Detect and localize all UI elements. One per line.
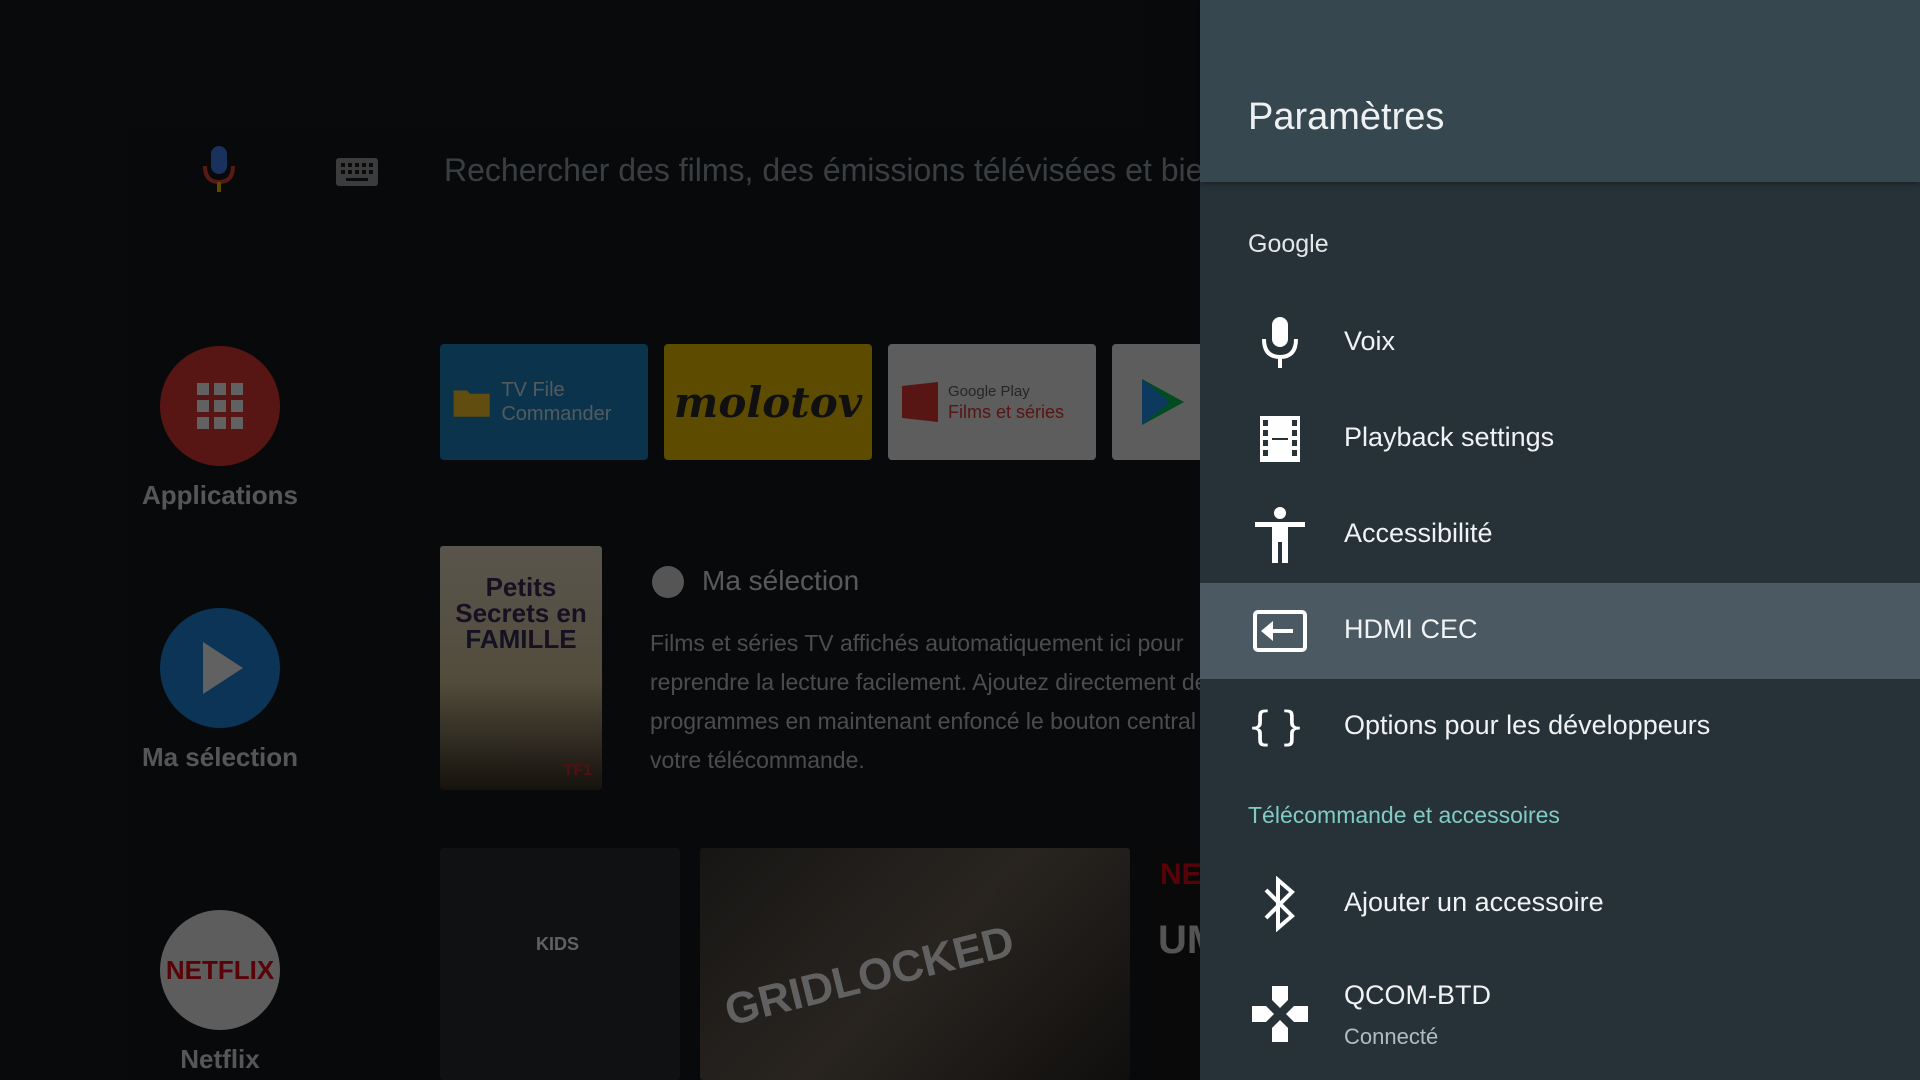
keyboard-icon[interactable] <box>336 158 378 186</box>
app-tile-sublabel: Films et séries <box>948 402 1065 422</box>
mic-icon <box>1250 317 1310 369</box>
settings-header: Paramètres <box>1200 0 1920 182</box>
accessibility-icon <box>1250 507 1310 563</box>
tile-label: UM <box>1158 918 1200 962</box>
app-tile-molotov[interactable]: molotov <box>664 344 872 460</box>
settings-item-developer-options[interactable]: {} Options pour les développeurs <box>1200 679 1920 775</box>
tile-label: GRIDLOCKED <box>720 916 1019 1036</box>
apps-grid-icon <box>160 346 280 466</box>
play-movies-icon <box>902 382 938 422</box>
input-icon <box>1250 605 1310 657</box>
braces-icon: {} <box>1247 704 1313 750</box>
selection-play-icon <box>652 566 684 598</box>
bluetooth-icon <box>1250 876 1310 932</box>
section-header-google: Google <box>1248 230 1329 258</box>
settings-item-playback[interactable]: Playback settings <box>1200 391 1920 487</box>
app-tile-label: molotov <box>673 377 863 427</box>
settings-item-hdmi-cec[interactable]: HDMI CEC <box>1200 583 1920 679</box>
selection-description: Films et séries TV affichés automatiquem… <box>650 630 1200 773</box>
play-store-icon <box>1142 379 1184 425</box>
app-tile-google-play-movies[interactable]: Google Play Films et séries <box>888 344 1096 460</box>
settings-item-label: Voix <box>1344 326 1396 356</box>
settings-item-label: HDMI CEC <box>1344 614 1478 644</box>
settings-item-label: Ajouter un accessoire <box>1344 887 1604 917</box>
settings-item-label: Playback settings <box>1344 422 1555 452</box>
content-tile-gridlocked[interactable]: GRIDLOCKED <box>700 848 1130 1080</box>
folder-icon <box>453 390 490 417</box>
app-tile-label: TV File Commander <box>501 379 612 425</box>
app-tile-label: Google Play <box>948 383 1030 400</box>
sidebar-item-ma-selection[interactable]: Ma sélection <box>120 608 320 773</box>
sidebar-item-label: Applications <box>141 480 298 510</box>
section-header-remote: Télécommande et accessoires <box>1248 802 1560 828</box>
poster-title: Petits Secrets en FAMILLE <box>455 572 587 654</box>
sidebar-item-applications[interactable]: Applications <box>120 346 320 511</box>
content-tile-kids[interactable]: KIDS <box>440 848 680 1080</box>
film-icon <box>1250 413 1310 465</box>
page-title: Paramètres <box>1248 96 1445 138</box>
app-tile-file-commander[interactable]: TV File Commander <box>440 344 648 460</box>
content-tile-netflix[interactable]: NETFLIX UM <box>1150 848 1200 1080</box>
poster-channel: TF1 <box>563 762 592 779</box>
search-bar-placeholder[interactable]: Rechercher des films, des émissions télé… <box>444 152 1200 189</box>
home-launcher: Rechercher des films, des émissions télé… <box>0 0 1200 1080</box>
sidebar-item-label: Netflix <box>180 1044 260 1074</box>
play-icon <box>160 608 280 728</box>
settings-item-qcom-btd[interactable]: QCOM-BTD Connecté <box>1200 966 1920 1062</box>
sidebar-item-netflix[interactable]: NETFLIX Netflix <box>120 910 320 1075</box>
settings-item-label: Options pour les développeurs <box>1344 710 1711 740</box>
settings-item-status: Connecté <box>1344 1024 1439 1049</box>
settings-item-voice[interactable]: Voix <box>1200 295 1920 391</box>
tile-label: KIDS <box>536 934 580 954</box>
settings-item-accessibility[interactable]: Accessibilité <box>1200 487 1920 583</box>
tile-label: NETFLIX <box>1160 858 1200 891</box>
gamepad-icon <box>1250 986 1310 1042</box>
settings-item-label: QCOM-BTD <box>1344 980 1491 1010</box>
app-tile-play-store[interactable] <box>1112 344 1200 460</box>
settings-item-add-accessory[interactable]: Ajouter un accessoire <box>1200 856 1920 952</box>
settings-item-label: Accessibilité <box>1344 518 1493 548</box>
voice-search-mic-icon[interactable] <box>196 144 242 194</box>
netflix-logo-icon: NETFLIX <box>160 910 280 1030</box>
sidebar-item-label: Ma sélection <box>141 742 299 772</box>
poster-petits-secrets[interactable]: Petits Secrets en FAMILLE TF1 <box>440 546 602 790</box>
selection-title: Ma sélection <box>702 565 860 596</box>
settings-panel: Paramètres Google Voix Playback settings… <box>1200 0 1920 1080</box>
